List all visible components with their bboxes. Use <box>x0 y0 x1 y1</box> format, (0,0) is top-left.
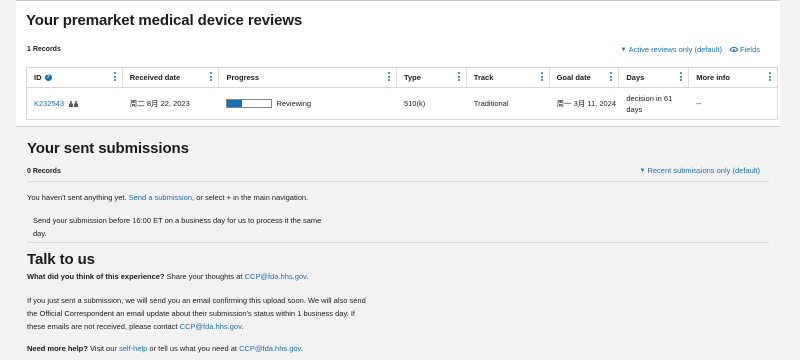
email-link[interactable]: CCP@fda.hhs.gov <box>245 272 307 281</box>
eye-icon <box>729 47 738 52</box>
cell-progress: Reviewing <box>219 88 397 119</box>
sent-filters: ▼ Recent submissions only (default) <box>639 166 760 175</box>
col-progress[interactable]: Progress <box>219 68 397 87</box>
active-reviews-filter-label: Active reviews only (default) <box>628 45 722 54</box>
reviews-title: Your premarket medical device reviews <box>26 12 303 29</box>
sent-title: Your sent submissions <box>27 140 189 157</box>
col-goal-date[interactable]: Goal date <box>550 68 620 87</box>
fields-button[interactable]: Fields <box>729 45 760 54</box>
send-submission-link[interactable]: Send a submission <box>129 193 192 202</box>
col-more-info[interactable]: More info <box>689 68 777 87</box>
reviews-filters: ▼ Active reviews only (default) Fields <box>621 45 760 54</box>
col-received-date[interactable]: Received date <box>123 68 220 87</box>
caret-down-icon: ▼ <box>639 167 646 174</box>
reviews-count: 1 Records <box>27 46 61 53</box>
col-track[interactable]: Track <box>467 68 550 87</box>
help-icon[interactable]: ? <box>44 74 52 81</box>
table-header: ID? Received date Progress Type Track Go… <box>27 68 777 88</box>
fields-label: Fields <box>739 45 760 54</box>
email-link[interactable]: CCP@fda.hhs.gov <box>180 322 242 331</box>
kebab-icon[interactable] <box>210 72 213 81</box>
progress-fill <box>227 100 242 107</box>
divider <box>27 242 769 243</box>
progress-bar <box>226 99 273 108</box>
kebab-icon[interactable] <box>540 72 544 81</box>
col-type[interactable]: Type <box>397 68 467 87</box>
reviews-card: Your premarket medical device reviews 1 … <box>16 0 780 127</box>
table-row: K232543 周二 8月 22, 2023 Reviewing 510(k) … <box>27 88 777 119</box>
users-icon <box>69 100 79 107</box>
empty-message: You haven't sent anything yet. Send a su… <box>27 193 309 202</box>
kebab-icon[interactable] <box>610 72 613 81</box>
col-id[interactable]: ID? <box>27 68 123 87</box>
confirmation-paragraph: If you just sent a submission, we will s… <box>27 296 366 331</box>
cell-id: K232543 <box>27 88 123 119</box>
recent-submissions-filter-label: Recent submissions only (default) <box>647 166 760 175</box>
cell-received-date: 周二 8月 22, 2023 <box>129 99 190 108</box>
cell-track: Traditional <box>473 99 509 108</box>
cell-days: decision in 61 days <box>626 93 673 114</box>
reviews-table: ID? Received date Progress Type Track Go… <box>26 67 778 120</box>
recent-submissions-filter[interactable]: ▼ Recent submissions only (default) <box>639 166 760 175</box>
deadline-note: Send your submission before 16:00 ET on … <box>33 216 322 238</box>
sent-count: 0 Records <box>27 168 61 175</box>
email-link[interactable]: CCP@fda.hhs.gov <box>239 344 301 353</box>
progress-status: Reviewing <box>276 99 312 108</box>
cell-type: 510(k) <box>403 99 426 108</box>
help-paragraph: Need more help? Visit our self-help or t… <box>27 344 303 353</box>
active-reviews-filter[interactable]: ▼ Active reviews only (default) <box>621 45 722 54</box>
cell-more-info: -- <box>696 99 702 108</box>
kebab-icon[interactable] <box>457 72 461 81</box>
kebab-icon[interactable] <box>768 72 772 81</box>
caret-down-icon: ▼ <box>620 46 627 53</box>
cell-goal-date: 周一 3月 11, 2024 <box>556 99 617 108</box>
col-days[interactable]: Days <box>619 68 690 87</box>
talk-title: Talk to us <box>27 251 95 268</box>
kebab-icon[interactable] <box>680 72 683 81</box>
self-help-link[interactable]: self-help <box>119 344 147 353</box>
kebab-icon[interactable] <box>387 72 391 81</box>
kebab-icon[interactable] <box>113 72 117 81</box>
divider <box>27 181 769 182</box>
feedback-paragraph: What did you think of this experience? S… <box>27 272 309 281</box>
talk-to-us-section: Talk to us What did you think of this ex… <box>27 251 367 355</box>
review-id-link[interactable]: K232543 <box>34 99 64 108</box>
